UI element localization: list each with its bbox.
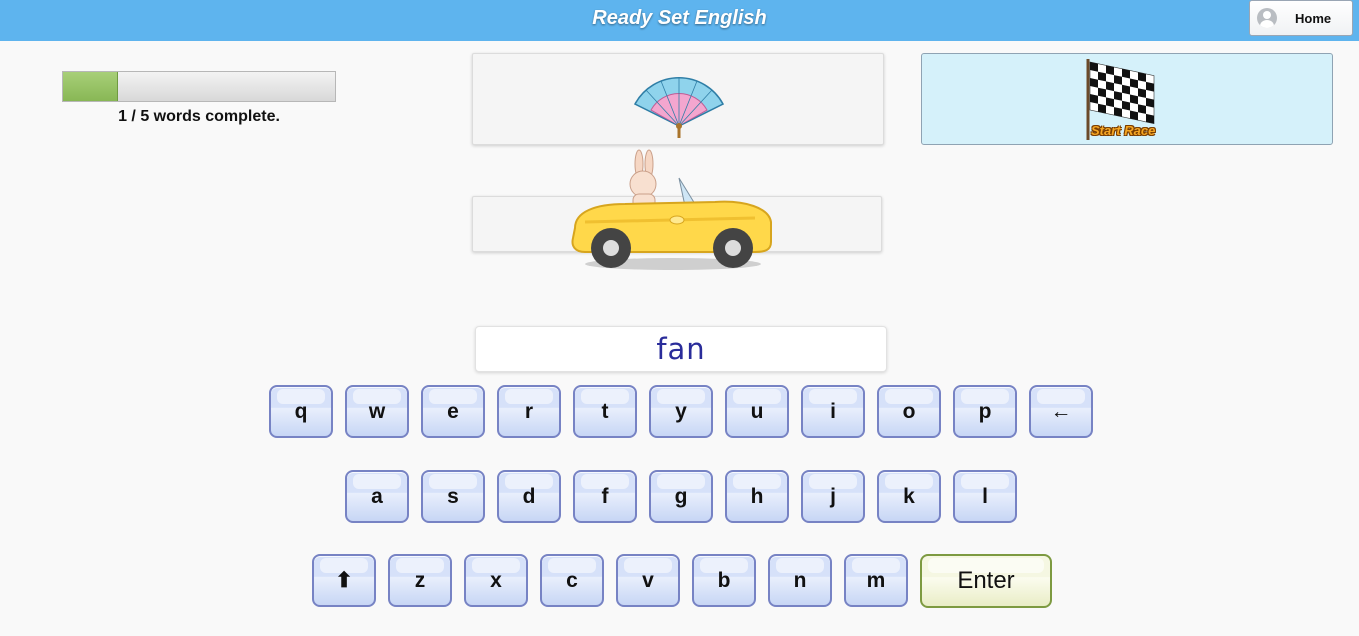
key-label: f — [601, 484, 609, 508]
key-f[interactable]: f — [573, 470, 637, 523]
shift-key[interactable]: ⬆ — [312, 554, 376, 607]
key-label: x — [490, 568, 502, 592]
fan-image — [633, 77, 725, 138]
key-v[interactable]: v — [616, 554, 680, 607]
key-label: g — [674, 484, 688, 508]
key-n[interactable]: n — [768, 554, 832, 607]
key-label: v — [642, 568, 654, 592]
app-title: Ready Set English — [592, 7, 767, 29]
key-d[interactable]: d — [497, 470, 561, 523]
key-label: z — [414, 568, 426, 592]
home-button-label: Home — [1295, 10, 1332, 26]
key-y[interactable]: y — [649, 385, 713, 438]
key-label: p — [978, 399, 992, 423]
car-character-image — [571, 149, 772, 270]
key-k[interactable]: k — [877, 470, 941, 523]
enter-key-label: Enter — [957, 567, 1015, 594]
key-label: k — [903, 484, 915, 508]
key-j[interactable]: j — [801, 470, 865, 523]
user-avatar-icon — [1257, 8, 1277, 28]
key-a[interactable]: a — [345, 470, 409, 523]
key-label: s — [447, 484, 459, 508]
key-label: t — [601, 399, 609, 423]
key-label: w — [368, 399, 386, 423]
backspace-arrow-icon: ← — [1050, 399, 1072, 423]
key-q[interactable]: q — [269, 385, 333, 438]
key-label: c — [566, 568, 578, 592]
key-e[interactable]: e — [421, 385, 485, 438]
key-label: i — [830, 399, 836, 423]
key-m[interactable]: m — [844, 554, 908, 607]
progress-bar — [62, 71, 336, 102]
key-s[interactable]: s — [421, 470, 485, 523]
key-label: l — [982, 484, 988, 508]
key-label: b — [717, 568, 731, 592]
start-race-label: Start Race — [1091, 123, 1156, 138]
answer-input[interactable]: fan — [475, 326, 887, 372]
key-z[interactable]: z — [388, 554, 452, 607]
shift-arrow-icon: ⬆ — [335, 569, 353, 592]
key-w[interactable]: w — [345, 385, 409, 438]
key-label: j — [830, 484, 836, 508]
key-c[interactable]: c — [540, 554, 604, 607]
key-label: y — [675, 399, 687, 423]
key-x[interactable]: x — [464, 554, 528, 607]
key-t[interactable]: t — [573, 385, 637, 438]
enter-key[interactable]: Enter — [920, 554, 1052, 608]
key-label: q — [294, 399, 308, 423]
key-label: n — [793, 568, 807, 592]
key-label: m — [866, 568, 886, 592]
key-g[interactable]: g — [649, 470, 713, 523]
backspace-key[interactable]: ← — [1029, 385, 1093, 438]
home-button[interactable]: Home — [1249, 0, 1353, 36]
word-picture-panel — [472, 53, 884, 145]
key-p[interactable]: p — [953, 385, 1017, 438]
key-label: a — [371, 484, 383, 508]
top-bar: Ready Set English Home — [0, 0, 1359, 41]
key-label: d — [522, 484, 536, 508]
key-label: e — [447, 399, 459, 423]
key-label: h — [750, 484, 764, 508]
key-i[interactable]: i — [801, 385, 865, 438]
key-r[interactable]: r — [497, 385, 561, 438]
key-label: o — [902, 399, 916, 423]
key-o[interactable]: o — [877, 385, 941, 438]
key-l[interactable]: l — [953, 470, 1017, 523]
key-b[interactable]: b — [692, 554, 756, 607]
progress-text: 1 / 5 words complete. — [118, 108, 280, 125]
key-label: u — [750, 399, 764, 423]
progress-bar-fill — [63, 72, 119, 101]
key-h[interactable]: h — [725, 470, 789, 523]
key-label: r — [524, 399, 534, 423]
key-u[interactable]: u — [725, 385, 789, 438]
